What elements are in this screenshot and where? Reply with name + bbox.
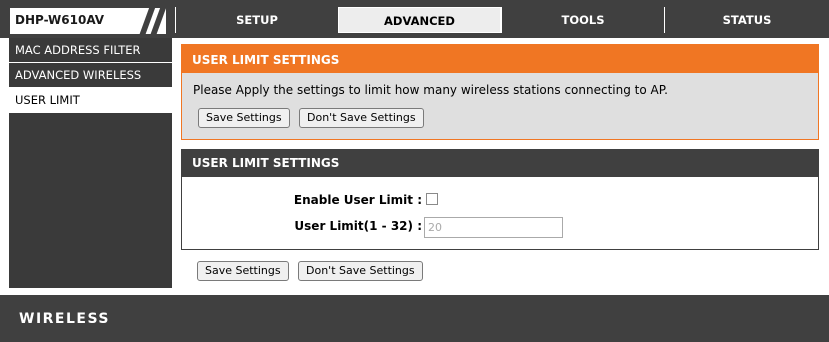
user-limit-settings-panel: USER LIMIT SETTINGS Enable User Limit : …	[181, 149, 819, 250]
tab-status[interactable]: STATUS	[664, 7, 829, 33]
bottom-save-settings-button[interactable]: Save Settings	[197, 261, 289, 281]
model-name: DHP-W610AV	[15, 13, 105, 27]
user-limit-input[interactable]: 20	[424, 217, 563, 238]
save-settings-button[interactable]: Save Settings	[198, 108, 290, 128]
sidebar: MAC ADDRESS FILTER ADVANCED WIRELESS USE…	[9, 38, 172, 288]
tab-tools[interactable]: TOOLS	[501, 7, 664, 33]
bottom-dont-save-settings-button[interactable]: Don't Save Settings	[298, 261, 423, 281]
dont-save-settings-button[interactable]: Don't Save Settings	[299, 108, 424, 128]
tab-advanced[interactable]: ADVANCED	[338, 7, 501, 33]
sidebar-item-mac-address-filter[interactable]: MAC ADDRESS FILTER	[9, 38, 172, 63]
wireless-brand-logo: WIRELESS	[19, 311, 111, 327]
footer: WIRELESS	[0, 295, 829, 342]
sidebar-item-user-limit[interactable]: USER LIMIT	[9, 88, 172, 113]
intro-panel-title: USER LIMIT SETTINGS	[182, 45, 818, 73]
model-badge: DHP-W610AV	[9, 7, 167, 35]
user-limit-label: User Limit(1 - 32) :	[294, 219, 422, 233]
enable-user-limit-checkbox[interactable]	[426, 193, 438, 205]
top-nav-bar: DHP-W610AV SETUP ADVANCED TOOLS STATUS	[0, 0, 829, 38]
intro-panel: USER LIMIT SETTINGS Please Apply the set…	[181, 44, 819, 140]
tab-setup[interactable]: SETUP	[175, 7, 338, 33]
sidebar-item-advanced-wireless[interactable]: ADVANCED WIRELESS	[9, 63, 172, 88]
enable-user-limit-label: Enable User Limit :	[293, 193, 422, 207]
settings-panel-title: USER LIMIT SETTINGS	[182, 150, 818, 177]
intro-description: Please Apply the settings to limit how m…	[193, 83, 668, 97]
